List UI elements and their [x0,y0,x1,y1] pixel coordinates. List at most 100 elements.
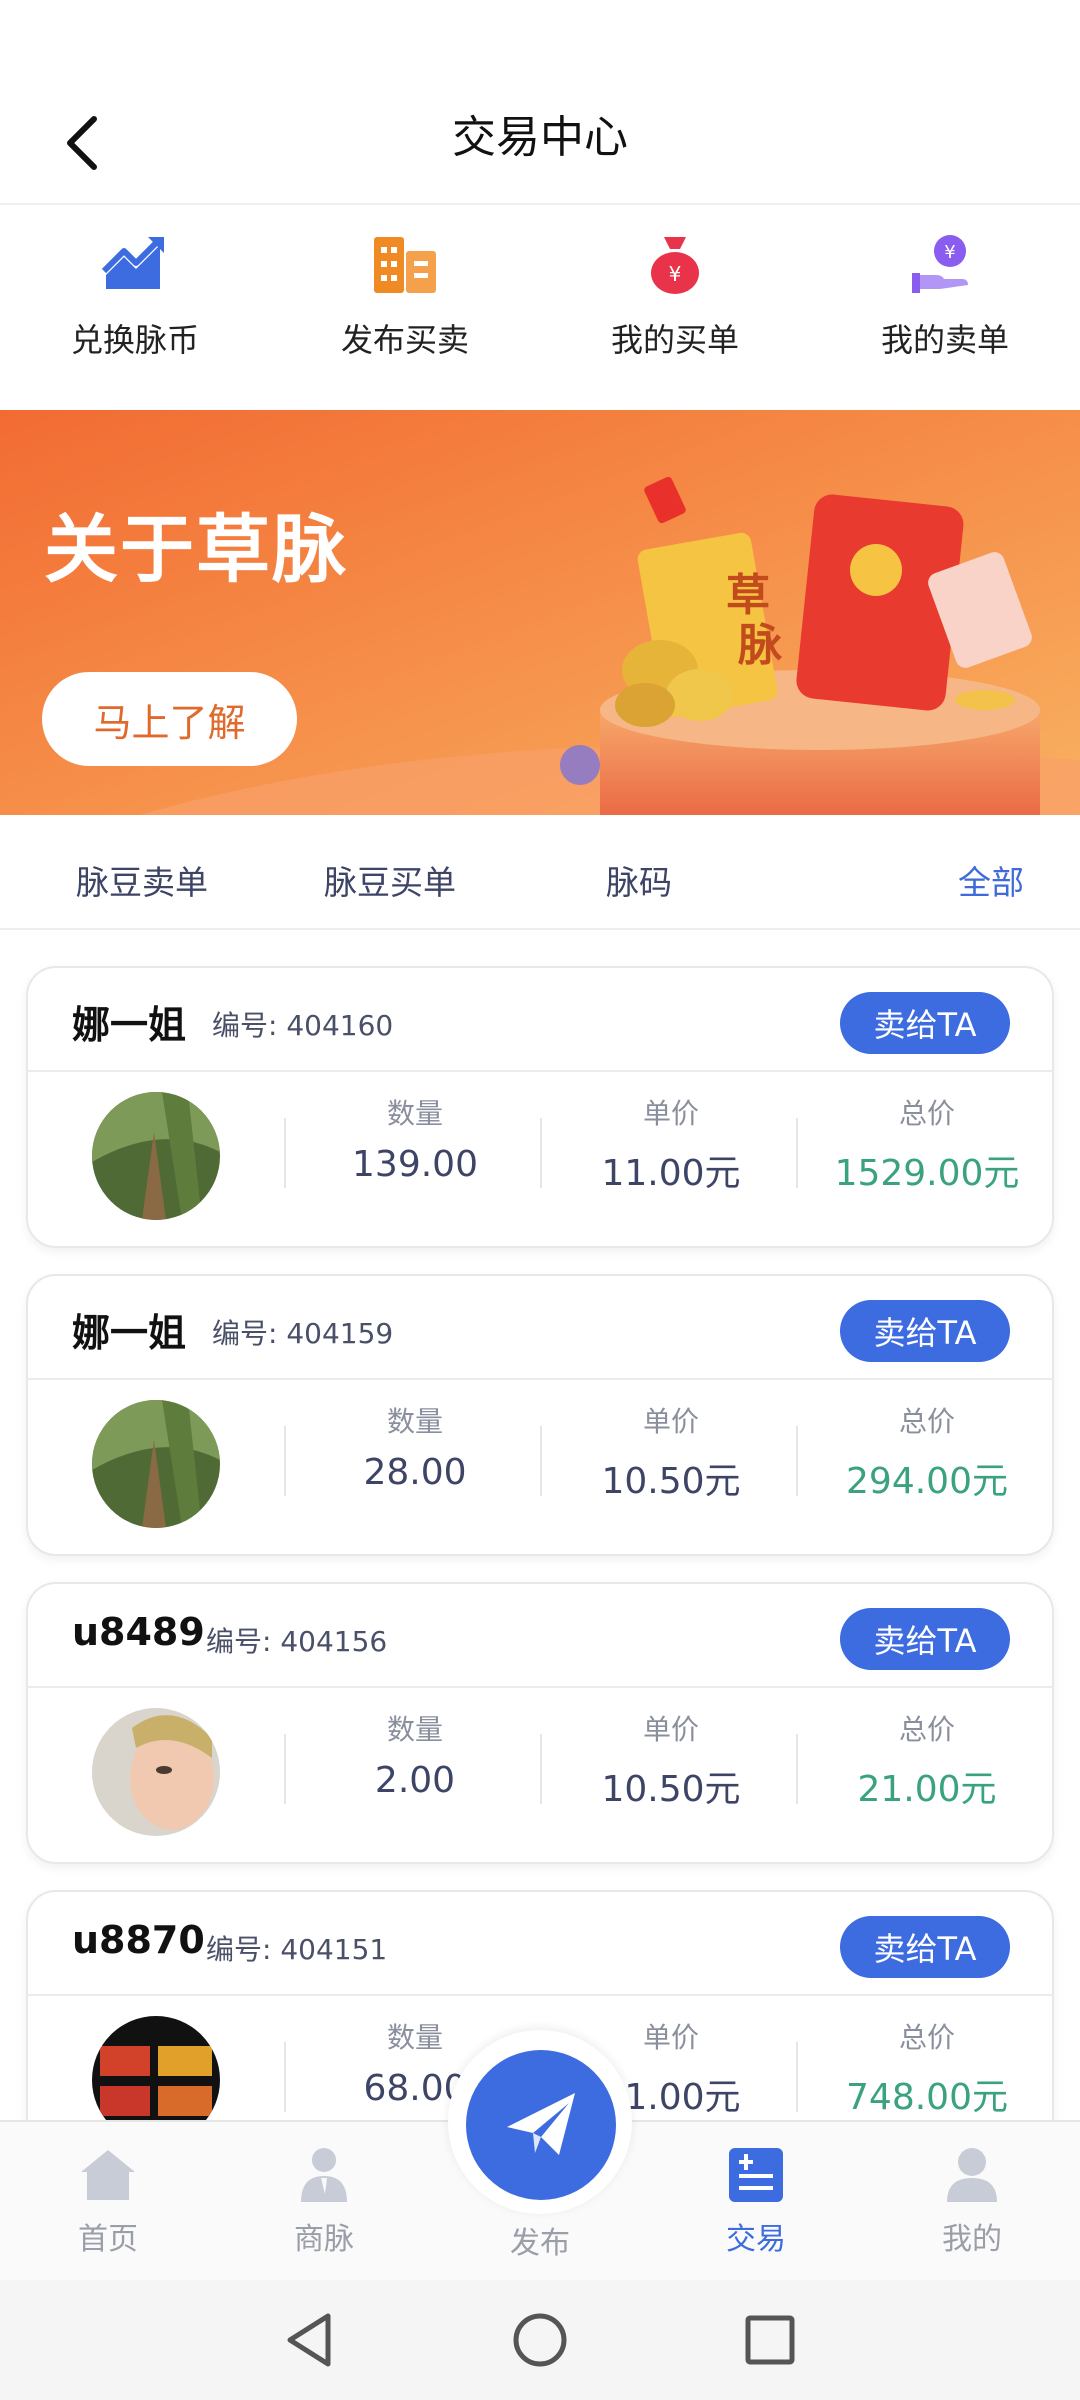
sell-to-button[interactable]: 卖给TA [840,1916,1010,1978]
svg-text:草: 草 [726,570,770,621]
column-divider [284,1734,286,1804]
my-buy-orders-button[interactable]: ¥ 我的买单 [540,205,810,410]
recents-square-icon[interactable] [740,2310,800,2370]
qty-label: 数量 [386,1713,443,1746]
column-divider [796,1426,798,1496]
order-number: 编号: 404151 [206,1933,388,1966]
total-value: 748.00元 [846,2077,1008,2118]
svg-text:脉: 脉 [738,620,783,671]
quick-label: 我的卖单 [880,321,1009,359]
order-card-header: 娜一姐 编号: 404160 卖给TA [28,968,1052,1072]
avatar[interactable] [92,1400,220,1528]
banner-title: 关于草脉 [44,507,348,593]
total-label: 总价 [898,1405,955,1438]
price-value: 10.50元 [601,1769,741,1810]
quick-label: 兑换脉币 [70,321,199,359]
total-value: 21.00元 [857,1769,997,1810]
column-divider [284,2042,286,2112]
seller-name: 娜一姐 [72,1311,187,1355]
column-divider [284,1426,286,1496]
order-number: 编号: 404156 [206,1625,388,1658]
qty-label: 数量 [386,1405,443,1438]
qty-column: 数量 28.00 [287,1400,543,1493]
nav-label: 我的 [942,2222,1002,2257]
order-card: 娜一姐 编号: 404159 卖给TA 数量 28.00 单价 10.50元 总… [26,1274,1054,1556]
avatar[interactable] [92,1708,220,1836]
qty-value: 2.00 [374,1760,456,1801]
learn-more-button[interactable]: 马上了解 [42,672,297,766]
back-triangle-icon[interactable] [280,2310,340,2370]
avatar-image [92,1708,220,1836]
order-card-header: u8870 编号: 404151 卖给TA [28,1892,1052,1996]
seller-name: u8870 [72,1918,205,1962]
tab-all[interactable]: 全部 [958,856,1024,904]
order-card: 娜一姐 编号: 404160 卖给TA 数量 139.00 单价 11.00元 … [26,966,1054,1248]
paper-plane-icon [507,2093,575,2155]
qty-column: 数量 2.00 [287,1708,543,1801]
home-circle-icon[interactable] [510,2310,570,2370]
price-label: 单价 [642,1405,699,1438]
nav-home[interactable]: 首页 [0,2122,216,2282]
header-bar: 交易中心 [0,70,1080,205]
qty-label: 数量 [386,1097,443,1130]
buildings-icon [374,237,436,293]
seller-name: u8489 [72,1610,205,1654]
category-tabs: 脉豆卖单 脉豆买单 脉码 全部 [0,830,1080,930]
order-card: u8489 编号: 404156 卖给TA 数量 2.00 单价 10.50元 … [26,1582,1054,1864]
price-value: 10.50元 [601,1461,741,1502]
avatar[interactable] [92,2016,220,2120]
page-title: 交易中心 [452,112,628,163]
qty-value: 28.00 [363,1452,467,1493]
svg-text:¥: ¥ [944,242,955,263]
column-divider [796,1734,798,1804]
column-divider [796,2042,798,2112]
seller-name: 娜一姐 [72,1003,187,1047]
tab-bean-buy[interactable]: 脉豆买单 [324,856,456,904]
nav-mine[interactable]: 我的 [864,2122,1080,2282]
total-label: 总价 [898,1097,955,1130]
avatar-image [92,1400,220,1528]
sell-to-button[interactable]: 卖给TA [840,1300,1010,1362]
user-icon [947,2148,997,2202]
total-label: 总价 [898,1713,955,1746]
promo-banner[interactable]: 草 脉 关于草脉 马上了解 [0,410,1080,815]
tab-bean-sell[interactable]: 脉豆卖单 [76,856,208,904]
order-number: 编号: 404159 [212,1317,394,1350]
system-nav-bar [0,2280,1080,2400]
column-divider [540,1426,542,1496]
sell-to-button[interactable]: 卖给TA [840,992,1010,1054]
avatar[interactable] [92,1092,220,1220]
price-column: 单价 10.50元 [543,1400,799,1504]
my-sell-orders-button[interactable]: ¥ 我的卖单 [810,205,1080,410]
money-bag-icon: ¥ [651,237,699,294]
total-column: 总价 21.00元 [799,1708,1055,1812]
publish-trade-button[interactable]: 发布买卖 [270,205,540,410]
trend-chart-icon [101,237,164,289]
total-column: 总价 1529.00元 [799,1092,1055,1196]
nav-trade[interactable]: 交易 [648,2122,864,2282]
home-icon [81,2150,135,2200]
order-card-header: u8489 编号: 404156 卖给TA [28,1584,1052,1688]
price-column: 单价 10.50元 [543,1708,799,1812]
column-divider [540,1734,542,1804]
nav-business[interactable]: 商脉 [216,2122,432,2282]
column-divider [284,1118,286,1188]
qty-value: 139.00 [352,1144,478,1185]
column-divider [540,1118,542,1188]
total-label: 总价 [898,2021,955,2054]
tab-code[interactable]: 脉码 [606,856,672,904]
column-divider [796,1118,798,1188]
price-value: 11.00元 [601,1153,741,1194]
nav-label: 首页 [78,2222,138,2257]
order-list: 娜一姐 编号: 404160 卖给TA 数量 139.00 单价 11.00元 … [0,930,1080,2120]
avatar-image [92,1092,220,1220]
qty-column: 数量 139.00 [287,1092,543,1185]
price-label: 单价 [642,1713,699,1746]
exchange-coin-button[interactable]: 兑换脉币 [0,205,270,410]
person-icon [301,2148,347,2202]
quick-label: 我的买单 [610,321,739,359]
hand-coin-icon: ¥ [912,235,968,293]
publish-fab-button[interactable] [466,2050,616,2200]
sell-to-button[interactable]: 卖给TA [840,1608,1010,1670]
quick-actions: 兑换脉币 发布买卖 ¥ 我的买单 ¥ 我的卖单 [0,205,1080,410]
